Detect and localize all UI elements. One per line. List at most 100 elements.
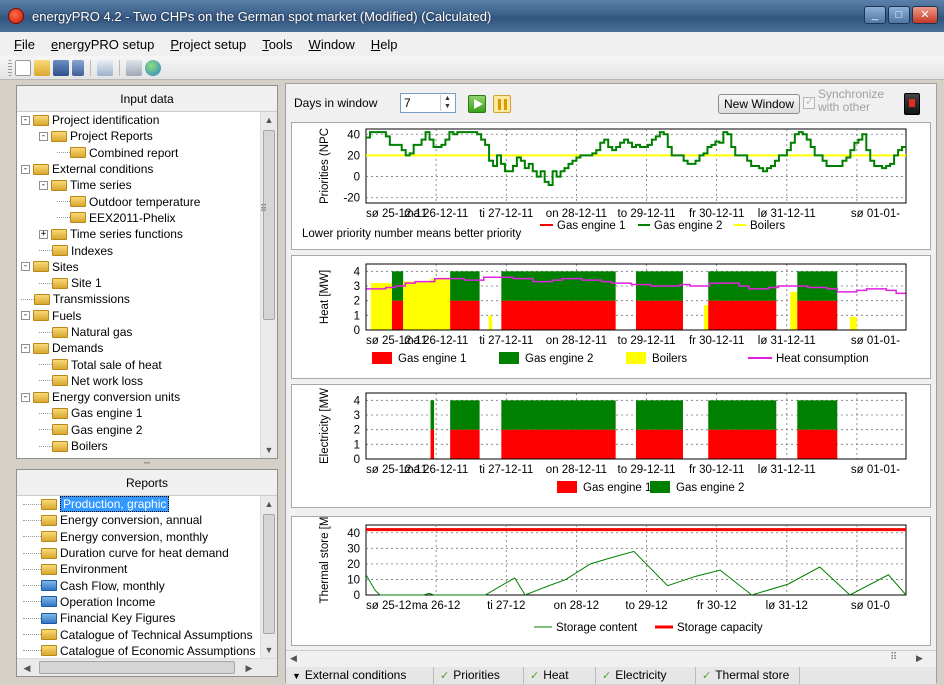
days-spinner-icon[interactable]: ▲ ▼ (440, 95, 454, 111)
hscroll-thumb[interactable] (39, 661, 235, 674)
tree-item[interactable]: - Demands (17, 340, 260, 356)
resize-grip-icon[interactable]: ⠿ (260, 204, 267, 215)
new-window-button[interactable]: New Window (718, 94, 800, 114)
scroll-down-arrow-icon[interactable]: ▼ (261, 642, 277, 658)
report-item[interactable]: Energy conversion, monthly (17, 529, 260, 545)
tab-external-conditions[interactable]: ▼ External conditions (286, 667, 434, 684)
minimize-button[interactable]: _ (864, 6, 886, 24)
tree-item[interactable]: Gas engine 1 (17, 405, 260, 421)
scroll-up-arrow-icon[interactable]: ▲ (261, 112, 277, 128)
scroll-left-arrow-icon[interactable]: ◀ (290, 653, 297, 664)
scroll-thumb[interactable] (263, 130, 275, 320)
tree-item[interactable]: - External conditions (17, 161, 260, 177)
collapse-icon[interactable]: - (39, 180, 48, 190)
scroll-right-arrow-icon[interactable]: ▶ (916, 653, 923, 664)
scroll-up-arrow-icon[interactable]: ▲ (261, 496, 277, 512)
calculator-icon[interactable] (126, 59, 142, 76)
y-tick-label: 3 (354, 410, 360, 422)
menu-help[interactable]: Help (371, 37, 398, 52)
collapse-icon[interactable]: - (21, 392, 30, 402)
maximize-button[interactable]: □ (888, 6, 910, 24)
menu-window[interactable]: Window (309, 37, 355, 52)
tree-item[interactable]: - Project identification (17, 112, 260, 128)
tree-item[interactable]: EEX2011-Phelix (17, 210, 260, 226)
electricity-chart-panel: 4 3 2 1 0 sø 25-12-11 ma 26-12-11 ti 27-12-11 on… (291, 384, 931, 508)
y-axis-label: Priorities (NPC (319, 128, 331, 204)
tree-item[interactable]: - Fuels (17, 308, 260, 324)
gas-engine-2-bar (450, 400, 480, 430)
report-item[interactable]: Environment (17, 561, 260, 577)
x-tick-label: sø 01-0 (851, 600, 890, 612)
tree-connector (57, 152, 70, 154)
tree-item[interactable]: Natural gas (17, 324, 260, 340)
stop-icon[interactable] (904, 93, 920, 115)
input-tree-scrollbar[interactable]: ▲ ▼ (260, 112, 277, 458)
gas-engine-1-bar (501, 300, 616, 330)
report-item[interactable]: Production, graphic (17, 496, 260, 513)
report-item[interactable]: Catalogue of Technical Assumptions (17, 626, 260, 642)
folder-icon (52, 359, 68, 371)
play-button[interactable] (468, 95, 486, 113)
tree-item[interactable]: + Time series functions (17, 226, 260, 242)
menu-energypro-setup[interactable]: energyPRO setup (51, 37, 154, 52)
tree-item[interactable]: Combined report (17, 145, 260, 161)
boilers-bar (403, 281, 431, 330)
tree-item[interactable]: Gas engine 2 (17, 422, 260, 438)
report-item[interactable]: Cash Flow, monthly (17, 577, 260, 593)
reports-hscrollbar[interactable]: ◀ ▶ (17, 658, 277, 676)
tree-item-label: Project Reports (70, 129, 153, 144)
splitter-handle-icon[interactable]: ⋯ (144, 458, 150, 469)
close-button[interactable]: ✕ (912, 6, 938, 24)
menu-tools[interactable]: Tools (262, 37, 292, 52)
scroll-thumb[interactable] (263, 514, 275, 634)
tree-connector (39, 380, 52, 382)
collapse-icon[interactable]: - (21, 311, 30, 321)
tab-priorities[interactable]: ✓ Priorities (434, 667, 524, 684)
expand-icon[interactable]: + (39, 229, 48, 239)
report-item[interactable]: Financial Key Figures (17, 610, 260, 626)
synchronize-checkbox[interactable] (803, 95, 815, 109)
tree-item[interactable]: Total sale of heat (17, 356, 260, 372)
menu-file[interactable]: File (14, 37, 35, 52)
x-tick-label: sø 01-01- (851, 208, 900, 220)
collapse-icon[interactable]: - (21, 262, 30, 272)
tree-item[interactable]: Transmissions (17, 291, 260, 307)
report-item[interactable]: Duration curve for heat demand (17, 545, 260, 561)
collapse-icon[interactable]: - (21, 343, 30, 353)
resize-grip-icon[interactable]: ⠿ (890, 652, 897, 663)
collapse-icon[interactable]: - (21, 164, 30, 174)
menu-project-setup[interactable]: Project setup (170, 37, 246, 52)
dropdown-triangle-icon: ▼ (292, 671, 301, 681)
report-item[interactable]: Operation Income (17, 594, 260, 610)
tab-thermal-store[interactable]: ✓ Thermal store (696, 667, 800, 684)
pause-button[interactable] (493, 95, 511, 113)
tab-heat[interactable]: ✓ Heat (524, 667, 596, 684)
print-icon[interactable] (97, 59, 113, 76)
tree-item-label: Energy conversion units (52, 390, 181, 405)
open-folder-icon[interactable] (34, 59, 50, 76)
save-all-icon[interactable] (72, 59, 84, 76)
tree-item[interactable]: Site 1 (17, 275, 260, 291)
reports-scrollbar[interactable]: ▲ ▼ (260, 496, 277, 658)
new-file-icon[interactable] (15, 59, 31, 76)
tree-item[interactable]: Net work loss (17, 373, 260, 389)
report-item[interactable]: Energy conversion, annual (17, 512, 260, 528)
thermal-store-chart-panel: 40 30 20 10 0 sø 25-12 ma 26-12 ti 27-12 on 28-1… (291, 516, 931, 646)
scroll-down-arrow-icon[interactable]: ▼ (261, 442, 277, 458)
tree-item[interactable]: - Energy conversion units (17, 389, 260, 405)
scroll-left-arrow-icon[interactable]: ◀ (19, 660, 35, 676)
scroll-right-arrow-icon[interactable]: ▶ (241, 660, 257, 676)
collapse-icon[interactable]: - (21, 115, 30, 125)
save-icon[interactable] (53, 59, 69, 76)
tree-item[interactable]: - Sites (17, 259, 260, 275)
collapse-icon[interactable]: - (39, 131, 48, 141)
tree-item[interactable]: Boilers (17, 438, 260, 454)
tree-item[interactable]: - Project Reports (17, 128, 260, 144)
globe-icon[interactable] (145, 59, 161, 76)
report-item[interactable]: Catalogue of Economic Assumptions (17, 643, 260, 658)
tree-item[interactable]: - Time series (17, 177, 260, 193)
charts-hscrollbar[interactable]: ◀ ⠿ ▶ (286, 650, 936, 667)
tree-item[interactable]: Outdoor temperature (17, 193, 260, 209)
tab-electricity[interactable]: ✓ Electricity (596, 667, 696, 684)
tree-item[interactable]: Indexes (17, 242, 260, 258)
